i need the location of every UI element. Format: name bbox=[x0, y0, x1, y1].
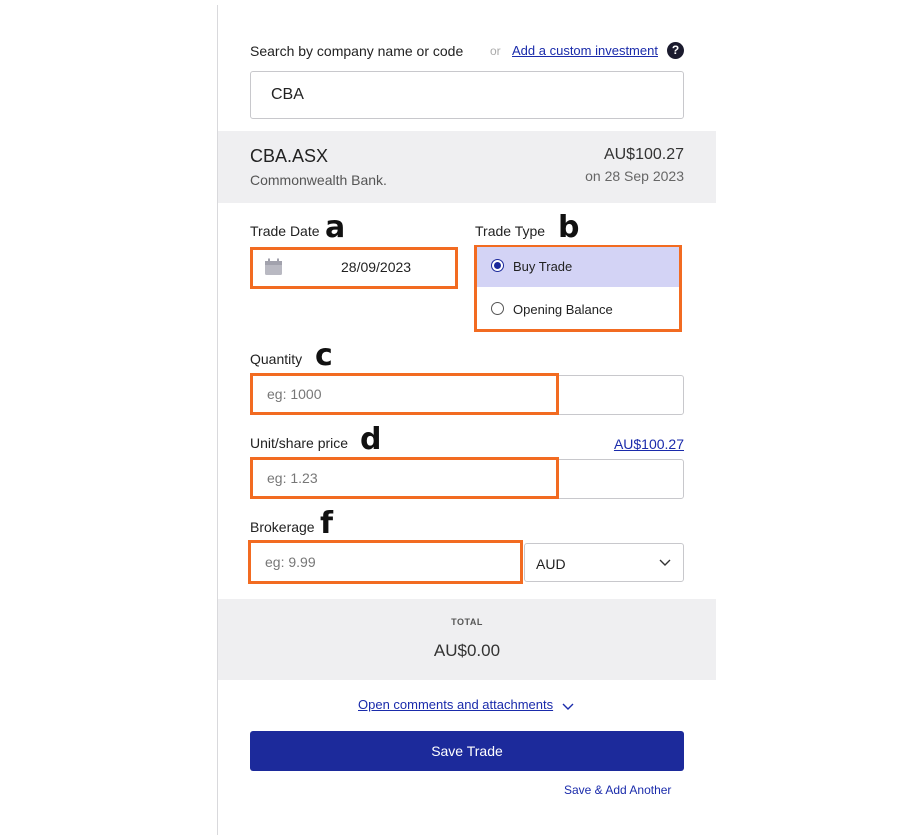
annotation-b: b bbox=[558, 210, 580, 245]
company-info-panel bbox=[218, 131, 716, 203]
currency-value: AUD bbox=[536, 556, 566, 572]
calendar-icon[interactable] bbox=[264, 258, 283, 276]
quantity-highlight bbox=[250, 373, 559, 415]
add-custom-investment-link[interactable]: Add a custom investment bbox=[512, 43, 658, 58]
or-text: or bbox=[490, 44, 501, 58]
company-name: Commonwealth Bank. bbox=[250, 172, 387, 188]
trade-type-option-buy[interactable]: Buy Trade bbox=[477, 247, 679, 287]
trade-type-option-label: Opening Balance bbox=[513, 302, 613, 317]
chevron-down-icon bbox=[659, 559, 671, 566]
unit-price-field-container bbox=[250, 457, 684, 499]
annotation-f: f bbox=[320, 506, 334, 541]
brokerage-label: Brokerage bbox=[250, 519, 315, 535]
company-price: AU$100.27 bbox=[603, 146, 684, 163]
brokerage-highlight bbox=[248, 540, 523, 584]
trade-date-label: Trade Date bbox=[250, 223, 320, 239]
open-comments-link[interactable]: Open comments and attachments bbox=[358, 697, 553, 712]
annotation-c: c bbox=[315, 338, 333, 373]
help-icon[interactable]: ? bbox=[667, 42, 684, 59]
brokerage-input[interactable] bbox=[251, 543, 520, 581]
unit-price-highlight bbox=[250, 457, 559, 499]
total-value: AU$0.00 bbox=[433, 641, 501, 660]
quantity-field-container bbox=[250, 373, 684, 415]
trade-type-label: Trade Type bbox=[475, 223, 546, 239]
trade-type-option-label: Buy Trade bbox=[513, 259, 573, 274]
total-label: TOTAL bbox=[451, 617, 483, 627]
chevron-down-icon[interactable] bbox=[562, 700, 574, 712]
currency-select[interactable]: AUD bbox=[524, 543, 684, 582]
company-ticker: CBA.ASX bbox=[250, 146, 329, 166]
radio-selected-icon[interactable] bbox=[491, 259, 504, 272]
save-add-another-link[interactable]: Save & Add Another bbox=[564, 783, 671, 797]
search-label: Search by company name or code bbox=[250, 43, 464, 59]
company-search-input[interactable] bbox=[250, 71, 684, 119]
save-trade-button[interactable]: Save Trade bbox=[250, 731, 684, 771]
current-price-link[interactable]: AU$100.27 bbox=[614, 436, 684, 452]
left-divider bbox=[217, 5, 218, 835]
unit-price-label: Unit/share price bbox=[250, 435, 349, 451]
quantity-label: Quantity bbox=[250, 351, 303, 367]
trade-date-value: 28/09/2023 bbox=[341, 259, 412, 275]
company-price-date: on 28 Sep 2023 bbox=[585, 168, 684, 184]
annotation-d: d bbox=[360, 422, 382, 457]
radio-unselected-icon[interactable] bbox=[491, 302, 504, 315]
quantity-input[interactable] bbox=[253, 376, 556, 412]
total-panel bbox=[218, 599, 716, 680]
annotation-a: a bbox=[325, 210, 346, 245]
unit-price-input[interactable] bbox=[253, 460, 556, 496]
trade-type-option-opening-balance[interactable]: Opening Balance bbox=[477, 290, 679, 330]
